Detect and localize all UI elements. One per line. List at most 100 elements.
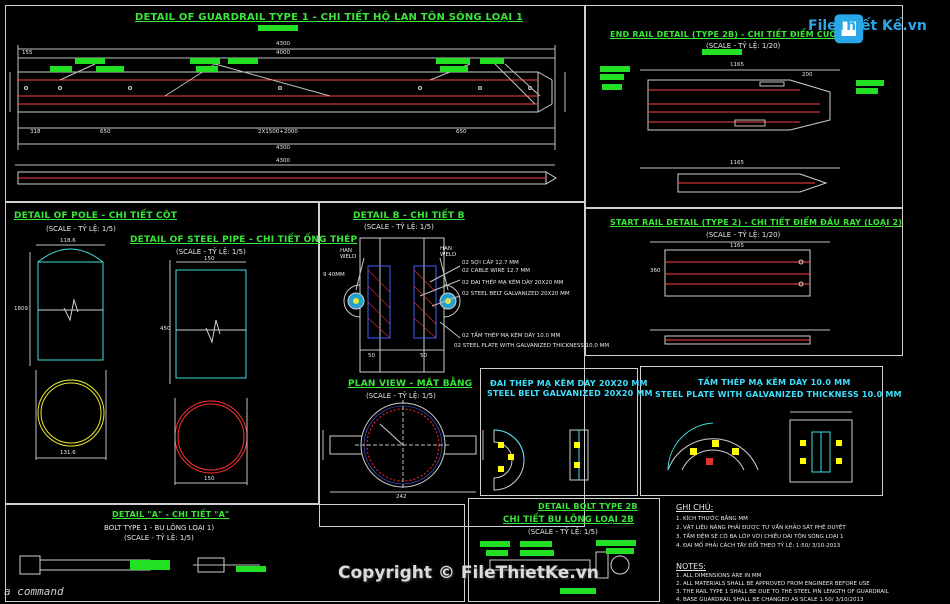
dim-text: 360 [650, 268, 661, 274]
steel-plate-title-vn: TẤM THÉP MẠ KẼM DÀY 10.0 MM [698, 378, 851, 387]
label-block [600, 74, 624, 80]
plan-view-drawing [322, 400, 484, 493]
han-weld-right: HAN WELD [440, 246, 457, 258]
steel-pipe-drawing [169, 260, 248, 485]
pole-title: DETAIL OF POLE - CHI TIẾT CỘT [14, 211, 178, 221]
notes-line: 4. BASE GUARDRAIL SHALL BE CHANGED AS SC… [676, 597, 864, 603]
dim-text: 450 [160, 326, 171, 332]
detail-b-title: DETAIL B - CHI TIẾT B [353, 211, 465, 221]
start-rail-drawing [650, 241, 830, 345]
dim-text: 1165 [730, 243, 744, 249]
label-block [228, 58, 258, 64]
dim-text: 200 [802, 72, 813, 78]
steel-belt-drawing [493, 429, 589, 491]
dim-text: 4000 [276, 50, 290, 56]
ghichu-line: 2. VẬT LIỆU NẶNG PHẢI ĐƯỢC TƯ VẤN KHẢO S… [676, 525, 846, 531]
label-plate-vn: 02 TẤM THÉP MẠ KẼM DÀY 10.0 MM [462, 333, 561, 339]
detail-a-bolt-drawing [19, 555, 266, 575]
bolt-type1-label: BOLT TYPE 1 - BU LÔNG LOẠI 1) [104, 524, 215, 532]
label-block [480, 541, 510, 547]
detail-b-scale: (SCALE - TỶ LỆ: 1/5) [364, 223, 434, 231]
guardrail-side-view [15, 164, 557, 185]
notes-line: 2. ALL MATERIALS SHALL BE APPROVED FROM … [676, 581, 870, 587]
label-block [600, 66, 630, 72]
label-cable: 02 CABLE WIRE 12.7 MM [462, 268, 531, 274]
notes-title: NOTES: [676, 562, 706, 571]
steel-plate-title-en: STEEL PLATE WITH GALVANIZED THICKNESS 10… [655, 390, 902, 399]
label-block [560, 588, 596, 594]
dim-text: 131.6 [60, 450, 76, 456]
bolt-2b-scale: (SCALE - TỶ LỆ: 1/5) [528, 528, 598, 536]
label-block [596, 540, 636, 546]
pole-drawing [29, 244, 107, 460]
ghichu-line: 3. TẤM ĐỆM SẼ CÓ BA LỚP VỚI CHIỀU DÀI TÔ… [676, 534, 844, 540]
end-rail-scale: (SCALE - TỶ LỆ: 1/20) [706, 42, 781, 50]
end-rail-drawing [640, 69, 840, 193]
dim-text: 155 [22, 50, 33, 56]
dim-text: 650 [100, 129, 111, 135]
label-block [75, 58, 105, 64]
dim-text: 4300 [276, 41, 290, 47]
ghichu-line: 4. ĐAI MỐ PHẢI CÁCH TÂY ĐỔI THEO TỶ LỆ: … [676, 543, 841, 549]
label-block [190, 58, 220, 64]
dim-text: 242 [396, 494, 407, 500]
label-block [50, 66, 72, 72]
dim-50a: 50 [368, 353, 375, 359]
detail-b-drawing [343, 237, 461, 373]
dim-text: 650 [456, 129, 467, 135]
start-rail-title: START RAIL DETAIL (TYPE 2) - CHI TIẾT ĐI… [610, 218, 903, 227]
dim-text: 1809 [14, 306, 28, 312]
label-block [856, 80, 884, 86]
plan-view-scale: (SCALE - TỶ LỆ: 1/5) [366, 392, 436, 400]
logo-text: FileThiết Kế.vn [808, 18, 927, 34]
dim-text: 318 [30, 129, 41, 135]
label-cap: 02 SỢI CÁP 12.7 MM [462, 260, 519, 266]
label-plate-en: 02 STEEL PLATE WITH GALVANIZED THICKNESS… [454, 343, 610, 349]
dim-text: 118.6 [60, 238, 76, 244]
pole-scale: (SCALE - TỶ LỆ: 1/5) [46, 225, 116, 233]
label-block [486, 550, 508, 556]
label-block [520, 550, 554, 556]
start-rail-scale: (SCALE - TỶ LỆ: 1/20) [706, 231, 781, 239]
label-block [440, 66, 468, 72]
command-prompt[interactable]: a command [4, 585, 64, 598]
copyright-watermark: Copyright © FileThietKe.vn [338, 563, 599, 583]
cad-drawing-canvas[interactable]: DETAIL OF GUARDRAIL TYPE 1 - CHI TIẾT HỘ… [0, 0, 950, 604]
label-belt-en: 02 STEEL BELT GALVANIZED 20X20 MM [462, 291, 570, 297]
dim-text: 4300 [276, 145, 290, 151]
ghichu-title: GHI CHÚ: [676, 503, 714, 512]
label-block [606, 548, 634, 554]
detail-a-title: DETAIL "A" - CHI TIẾT "A" [112, 510, 230, 519]
guardrail-title: DETAIL OF GUARDRAIL TYPE 1 - CHI TIẾT HỘ… [135, 12, 524, 23]
detail-a-scale: (SCALE - TỶ LỆ: 1/5) [124, 534, 194, 542]
ghichu-line: 1. KÍCH THƯỚC BẰNG MM [676, 516, 748, 522]
dim-text: 4300 [276, 158, 290, 164]
plan-view-title: PLAN VIEW - MẶT BẰNG [348, 379, 473, 389]
notes-line: 1. ALL DIMENSIONS ARE IN MM [676, 573, 762, 579]
dim-left: 9 40MM [323, 272, 345, 278]
dim-50b: 50 [420, 353, 427, 359]
bolt-2b-title-vn: CHI TIẾT BU LÔNG LOẠI 2B [503, 515, 634, 525]
label-block [480, 58, 504, 64]
label-block [258, 25, 298, 31]
han-weld-left: HAN WELD [340, 248, 357, 260]
dim-text: 1165 [730, 62, 744, 68]
steel-pipe-scale: (SCALE - TỶ LỆ: 1/5) [176, 248, 246, 256]
steel-plate-drawing [667, 411, 853, 483]
label-block [96, 66, 124, 72]
bolt-2b-title-en: DETAIL BOLT TYPE 2B [538, 502, 638, 511]
dim-text: 150 [204, 476, 215, 482]
label-block [602, 84, 622, 90]
label-belt-vn: 02 ĐAI THÉP MẠ KẼM DÀY 20X20 MM [462, 280, 564, 286]
label-block [436, 58, 470, 64]
dim-text: 150 [204, 256, 215, 262]
steel-belt-title-en: STEEL BELT GALVANIZED 20X20 MM [487, 389, 653, 398]
steel-pipe-title: DETAIL OF STEEL PIPE - CHI TIẾT ỐNG THÉP [130, 235, 358, 245]
dim-text: 2X1500+2000 [258, 129, 298, 135]
label-block [856, 88, 878, 94]
label-block [196, 66, 218, 72]
notes-line: 3. THE RAIL TYPE 1 SHALL BE DUE TO THE S… [676, 589, 889, 595]
dim-text: 1165 [730, 160, 744, 166]
label-block [520, 541, 552, 547]
steel-belt-title-vn: ĐAI THÉP MẠ KẼM DÀY 20X20 MM [490, 379, 648, 388]
